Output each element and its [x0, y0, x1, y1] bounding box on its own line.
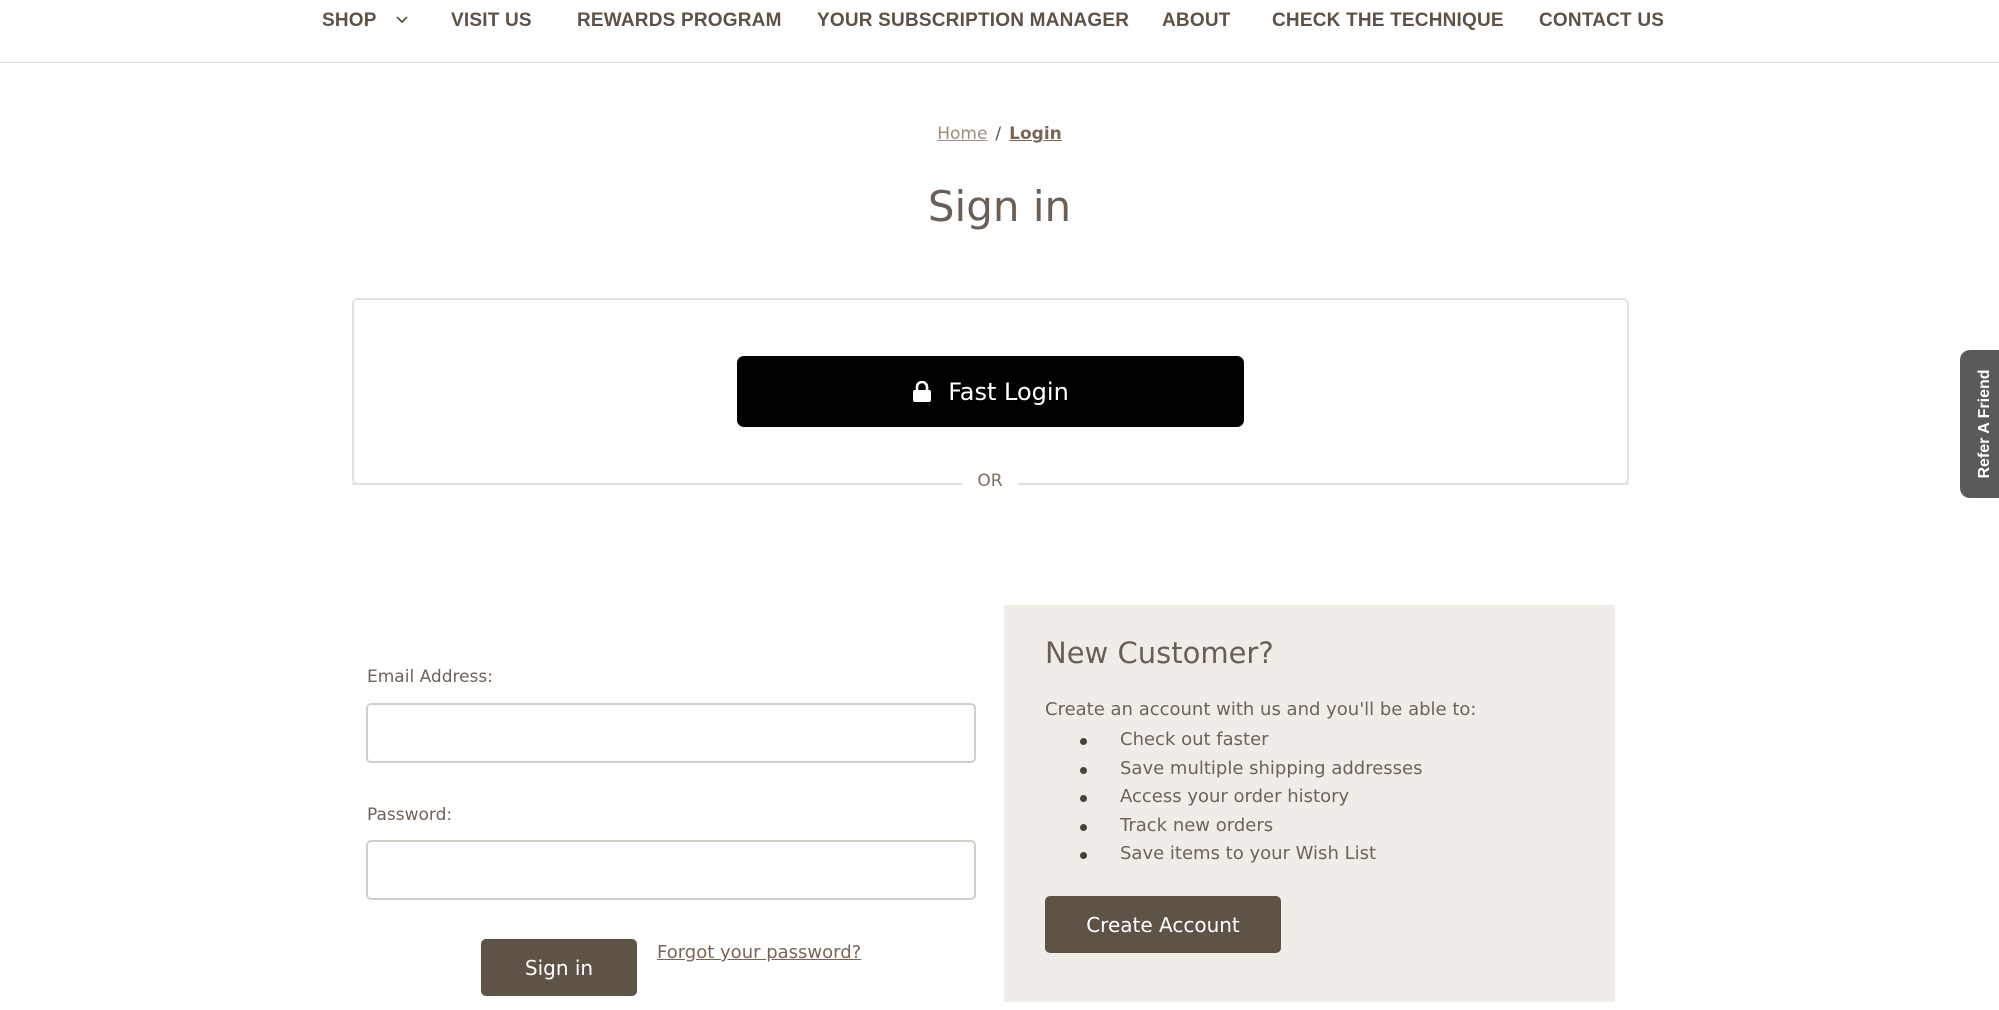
benefits-list: Check out faster Save multiple shipping …: [1080, 726, 1423, 869]
nav-item-about[interactable]: ABOUT: [1162, 10, 1231, 36]
forgot-password-link[interactable]: Forgot your password?: [657, 942, 861, 963]
nav-item-check-the-technique[interactable]: CHECK THE TECHNIQUE: [1272, 10, 1504, 36]
nav-item-shop[interactable]: SHOP: [322, 10, 377, 36]
list-item: Access your order history: [1080, 783, 1423, 812]
breadcrumb: Home / Login: [0, 124, 1999, 144]
page-title: Sign in: [927, 182, 1072, 231]
breadcrumb-login[interactable]: Login: [1009, 124, 1062, 144]
nav-item-contact-us[interactable]: CONTACT US: [1539, 10, 1664, 36]
new-customer-intro: Create an account with us and you'll be …: [1045, 699, 1477, 720]
nav-item-rewards-program[interactable]: REWARDS PROGRAM: [577, 10, 782, 36]
fast-login-label: Fast Login: [948, 377, 1069, 406]
create-account-button[interactable]: Create Account: [1045, 896, 1281, 953]
sign-in-button[interactable]: Sign in: [481, 939, 637, 996]
main-nav: SHOP VISIT US REWARDS PROGRAM YOUR SUBSC…: [0, 0, 1999, 63]
list-item: Save multiple shipping addresses: [1080, 755, 1423, 784]
nav-item-visit-us[interactable]: VISIT US: [451, 10, 532, 36]
nav-item-subscription-manager[interactable]: YOUR SUBSCRIPTION MANAGER: [817, 10, 1129, 36]
or-divider: OR: [962, 471, 1018, 495]
lock-icon: [913, 380, 932, 402]
breadcrumb-home[interactable]: Home: [937, 124, 987, 144]
refer-a-friend-label: Refer A Friend: [1976, 369, 1993, 479]
fast-login-button[interactable]: Fast Login: [737, 356, 1244, 427]
refer-a-friend-tab[interactable]: Refer A Friend: [1960, 350, 1999, 498]
password-field[interactable]: [366, 840, 976, 900]
list-item: Track new orders: [1080, 812, 1423, 841]
list-item: Save items to your Wish List: [1080, 840, 1423, 869]
email-label: Email Address:: [367, 667, 493, 687]
new-customer-title: New Customer?: [1045, 636, 1274, 670]
list-item: Check out faster: [1080, 726, 1423, 755]
or-divider-lines: [352, 483, 1629, 485]
chevron-down-icon[interactable]: [395, 14, 409, 26]
breadcrumb-separator: /: [995, 124, 1002, 144]
password-label: Password:: [367, 805, 453, 825]
email-field[interactable]: [366, 703, 976, 763]
